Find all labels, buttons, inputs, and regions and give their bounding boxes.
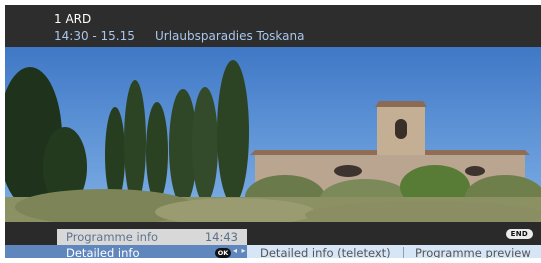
option-detailed-info[interactable]: Detailed info OK ◂ ▸	[5, 245, 247, 258]
channel-info-bar: 1 ARD 14:30 - 15.15 Urlaubsparadies Tosk…	[5, 5, 541, 47]
bottom-panel: END Programme info 14:43 Detailed info O…	[5, 222, 541, 258]
programme-time: 14:30 - 15.15	[54, 29, 135, 43]
ok-button-icon: OK	[215, 248, 231, 258]
tuscany-landscape-image	[5, 47, 541, 222]
programme-info-header: Programme info 14:43	[57, 229, 247, 245]
left-right-arrows-icon: ◂ ▸	[233, 246, 247, 255]
popup-title: Programme info	[66, 230, 159, 244]
programme-title: Urlaubsparadies Toskana	[155, 29, 305, 43]
options-bar: Detailed info OK ◂ ▸ Detailed info (tele…	[5, 245, 541, 258]
current-time: 14:43	[204, 230, 238, 244]
option-programme-preview[interactable]: Programme preview	[415, 246, 531, 258]
tv-picture	[5, 47, 541, 222]
divider	[403, 247, 404, 258]
option-detailed-info-label: Detailed info	[66, 246, 140, 258]
channel-name: 1 ARD	[54, 12, 92, 26]
option-detailed-info-teletext[interactable]: Detailed info (teletext)	[260, 246, 391, 258]
end-button[interactable]: END	[505, 229, 533, 239]
tv-screen: 1 ARD 14:30 - 15.15 Urlaubsparadies Tosk…	[5, 5, 541, 258]
